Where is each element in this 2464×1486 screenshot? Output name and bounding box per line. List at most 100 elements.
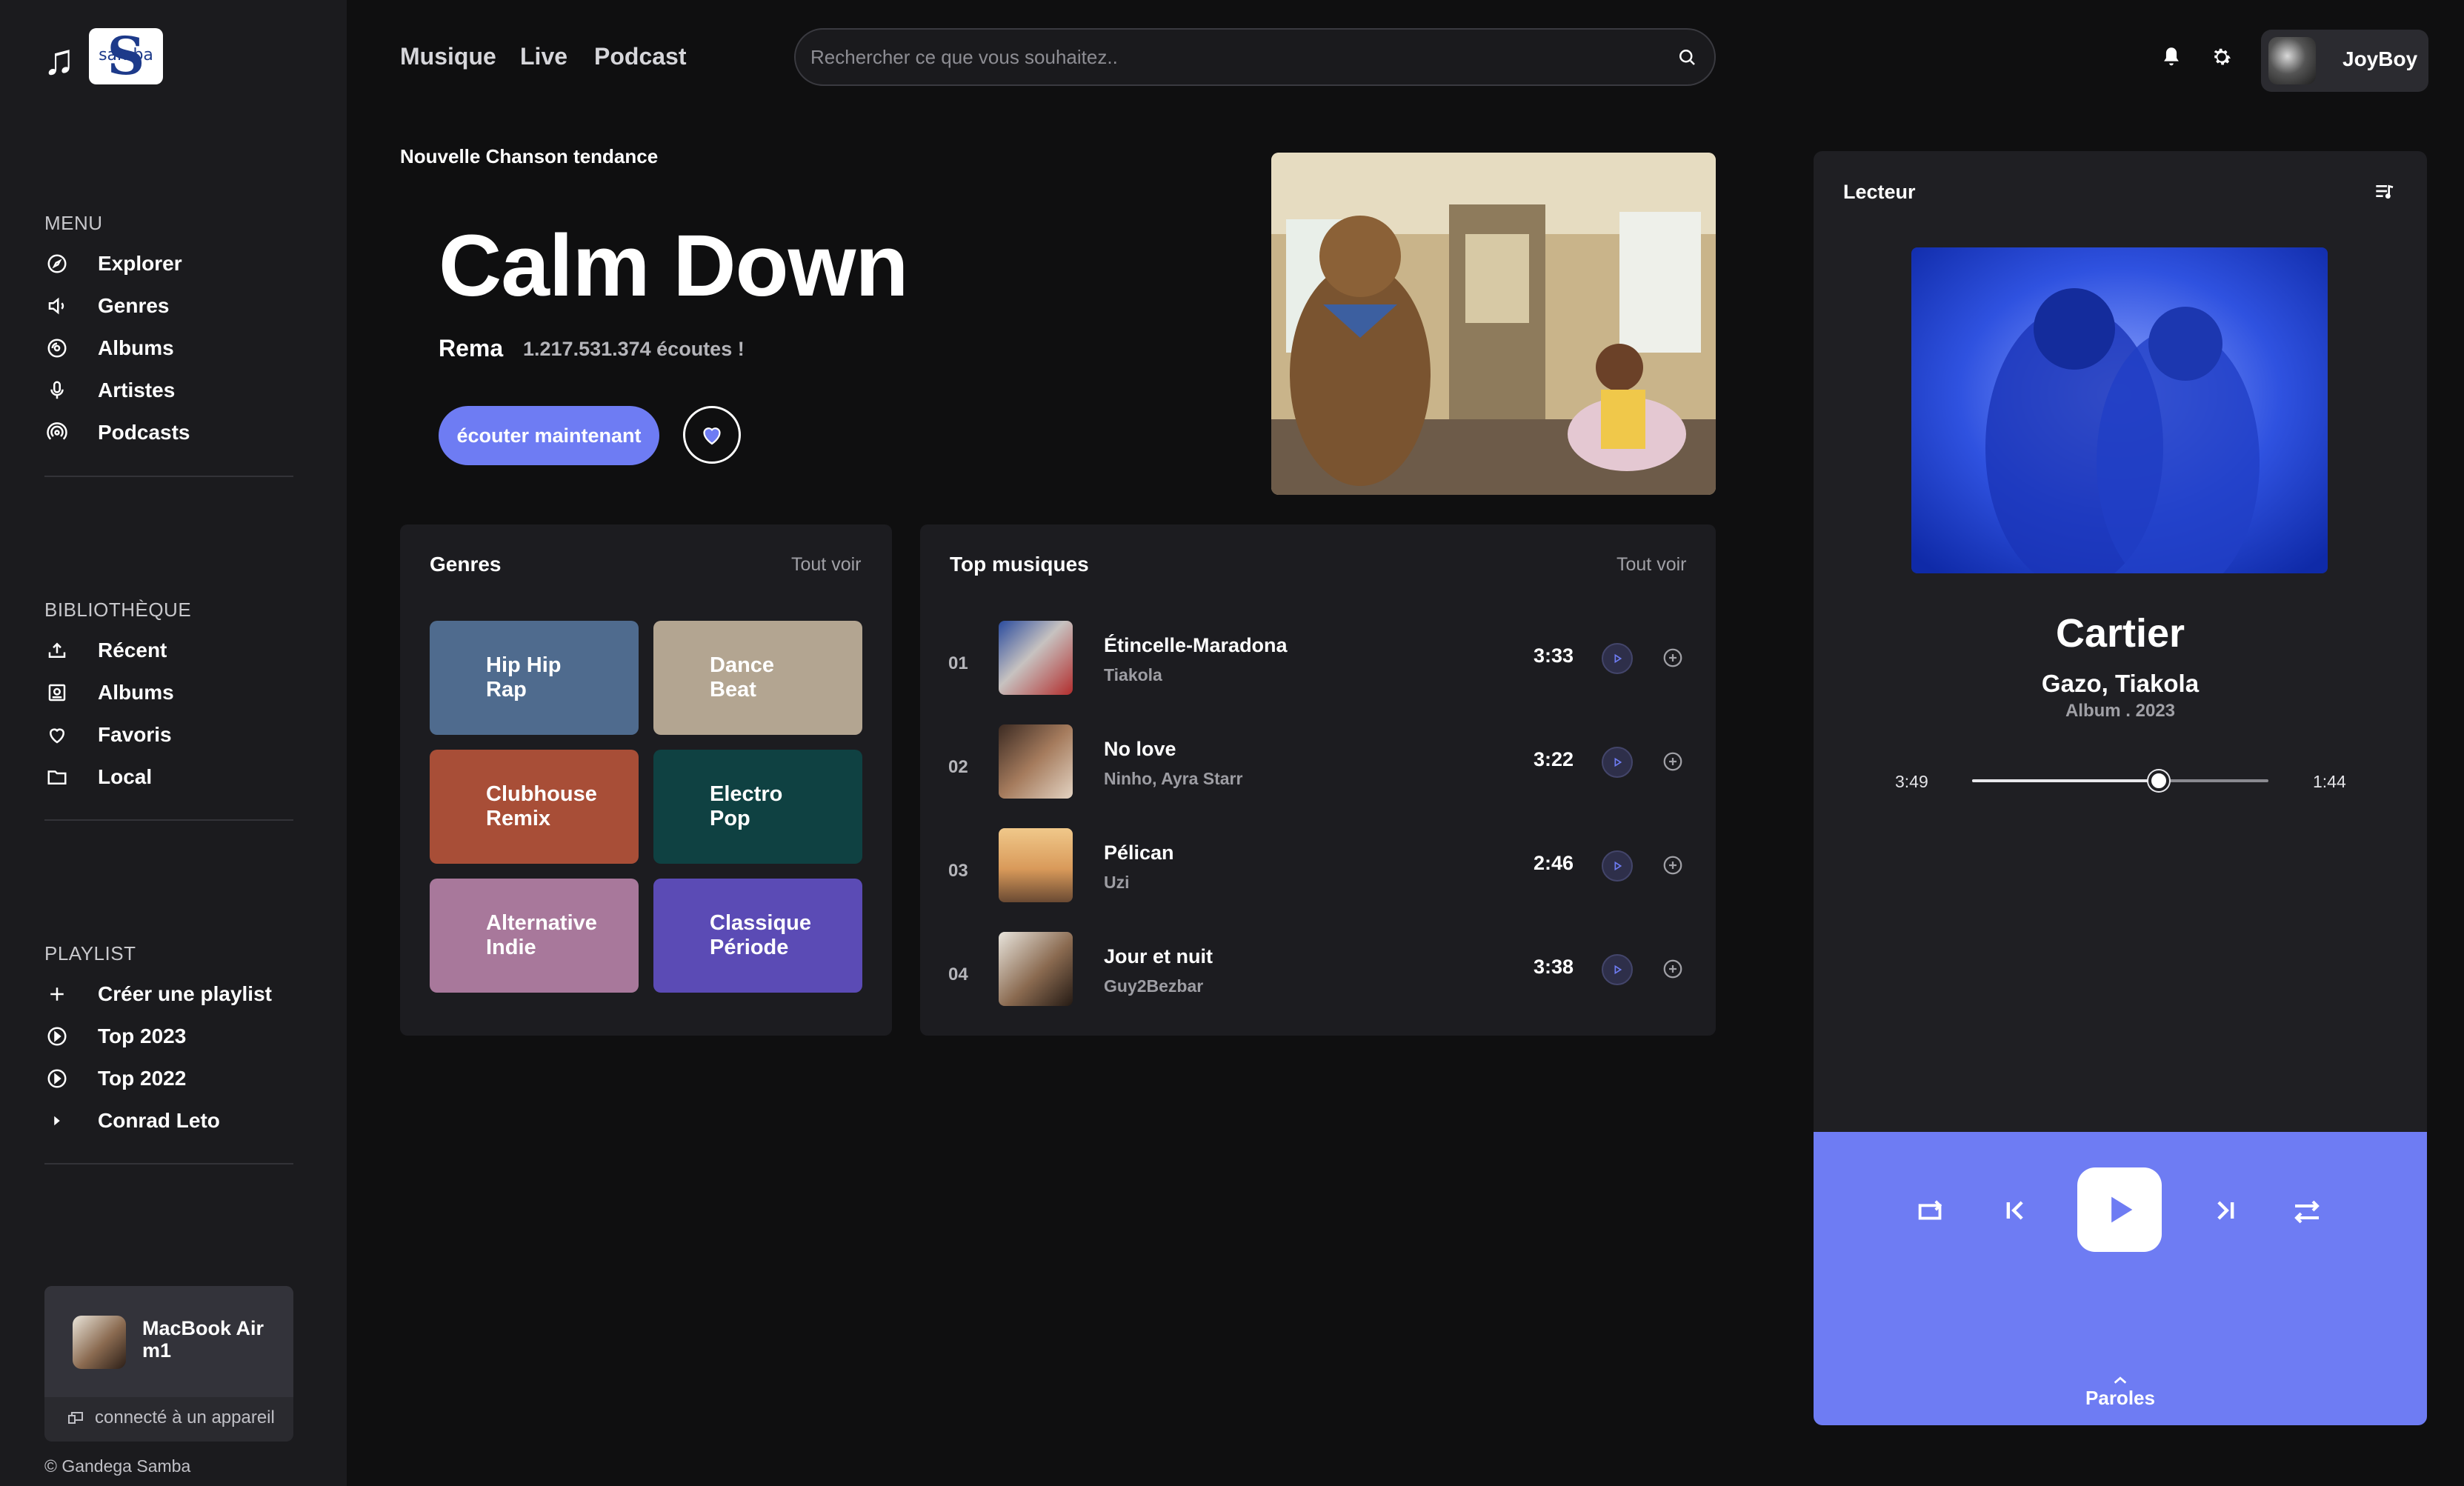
track-duration: 3:22 xyxy=(1534,748,1574,770)
hero-artist[interactable]: Rema xyxy=(439,335,503,362)
sidebar-item-library-albums[interactable]: Albums xyxy=(44,676,174,709)
sidebar-item-label: Top 2022 xyxy=(98,1067,187,1090)
track-duration: 3:38 xyxy=(1534,956,1574,978)
lyrics-toggle[interactable]: Paroles xyxy=(1814,1375,2427,1410)
sidebar-item-podcasts[interactable]: Podcasts xyxy=(44,416,190,449)
sidebar-item-label: Genres xyxy=(98,294,170,317)
heart-icon xyxy=(44,722,70,747)
sidebar-item-recent[interactable]: Récent xyxy=(44,634,167,667)
sidebar-item-top-2022[interactable]: Top 2022 xyxy=(44,1062,186,1095)
listen-now-button[interactable]: écouter maintenant xyxy=(439,406,659,465)
track-row[interactable]: 04 Jour et nuit Guy2Bezbar 3:38 xyxy=(920,932,1716,1013)
track-title: No love xyxy=(1104,738,1176,760)
sidebar: ♫ S samba MENU Explorer Genres Albums Ar… xyxy=(0,0,347,1486)
play-circle-icon xyxy=(44,1066,70,1091)
search-input[interactable] xyxy=(810,30,1670,84)
play-icon xyxy=(1611,860,1623,872)
sidebar-item-explorer[interactable]: Explorer xyxy=(44,247,182,280)
search-bar xyxy=(794,28,1716,86)
search-icon[interactable] xyxy=(1676,46,1698,72)
genre-tile-clubhouse[interactable]: Clubhouse Remix xyxy=(430,750,639,864)
progress-slider[interactable] xyxy=(1972,770,2268,791)
hero-kicker: Nouvelle Chanson tendance xyxy=(400,145,659,167)
genres-see-all-link[interactable]: Tout voir xyxy=(791,554,861,576)
queue-icon[interactable] xyxy=(2372,179,2396,207)
device-connect-icon xyxy=(67,1409,84,1427)
genres-card: Genres Tout voir Hip Hip Rap Dance Beat … xyxy=(400,524,892,1036)
sidebar-item-label: Conrad Leto xyxy=(98,1109,220,1132)
sidebar-item-label: Artistes xyxy=(98,379,176,402)
logo[interactable]: S samba xyxy=(89,28,163,84)
sidebar-item-top-2023[interactable]: Top 2023 xyxy=(44,1020,186,1053)
chevron-up-icon xyxy=(1814,1375,2427,1385)
track-play-button[interactable] xyxy=(1602,643,1633,674)
track-add-button[interactable] xyxy=(1658,643,1688,673)
hero-title: Calm Down xyxy=(439,217,908,315)
play-icon xyxy=(1611,964,1623,976)
play-button[interactable] xyxy=(2077,1167,2162,1252)
genre-tile-dance[interactable]: Dance Beat xyxy=(653,621,862,735)
track-play-button[interactable] xyxy=(1602,747,1633,778)
sidebar-item-albums[interactable]: Albums xyxy=(44,332,174,364)
nav-musique[interactable]: Musique xyxy=(400,43,496,70)
speaker-icon xyxy=(44,293,70,319)
previous-icon[interactable] xyxy=(1999,1194,2031,1230)
device-name: MacBook Air m1 xyxy=(142,1317,264,1362)
sidebar-item-label: Top 2023 xyxy=(98,1024,187,1047)
nav-live[interactable]: Live xyxy=(520,43,567,70)
track-play-button[interactable] xyxy=(1602,850,1633,882)
sidebar-item-create-playlist[interactable]: Créer une playlist xyxy=(44,978,272,1010)
sidebar-item-label: Albums xyxy=(98,336,174,359)
genre-tile-alternative[interactable]: Alternative Indie xyxy=(430,879,639,993)
player-controls: Paroles xyxy=(1814,1132,2427,1425)
hero-play-count: 1.217.531.374 écoutes ! xyxy=(523,338,745,360)
track-artist: Tiakola xyxy=(1104,665,1162,684)
bell-icon[interactable] xyxy=(2159,44,2184,73)
genre-tile-electro[interactable]: Electro Pop xyxy=(653,750,862,864)
track-row[interactable]: 02 No love Ninho, Ayra Starr 3:22 xyxy=(920,724,1716,806)
favorite-button[interactable] xyxy=(683,406,741,464)
gear-icon[interactable] xyxy=(2209,44,2234,73)
progress-fill xyxy=(1972,779,2159,782)
nav-podcast[interactable]: Podcast xyxy=(594,43,686,70)
elapsed-time: 3:49 xyxy=(1895,772,1928,791)
track-row[interactable]: 03 Pélican Uzi 2:46 xyxy=(920,828,1716,910)
sidebar-item-artistes[interactable]: Artistes xyxy=(44,374,175,407)
microphone-icon xyxy=(44,378,70,403)
repeat-icon[interactable] xyxy=(1914,1194,1948,1232)
user-menu[interactable]: JoyBoy xyxy=(2261,30,2428,92)
shuffle-icon[interactable] xyxy=(2289,1194,2325,1233)
player-title: Lecteur xyxy=(1843,181,1916,203)
device-card[interactable]: MacBook Air m1 connecté à un appareil xyxy=(44,1286,293,1442)
sidebar-item-local[interactable]: Local xyxy=(44,761,152,793)
sidebar-item-genres[interactable]: Genres xyxy=(44,290,170,322)
folder-icon xyxy=(44,764,70,790)
now-playing-title: Cartier xyxy=(2055,611,2185,656)
progress-handle[interactable] xyxy=(2148,770,2169,791)
caret-right-icon xyxy=(44,1108,70,1133)
album-icon xyxy=(44,680,70,705)
track-artist: Uzi xyxy=(1104,873,1130,892)
track-add-button[interactable] xyxy=(1658,954,1688,984)
next-icon[interactable] xyxy=(2209,1194,2242,1230)
now-playing-artist[interactable]: Gazo, Tiakola xyxy=(1814,670,2427,698)
sidebar-item-label: Albums xyxy=(98,681,174,704)
top-tracks-title: Top musiques xyxy=(950,553,1089,576)
divider xyxy=(44,819,293,821)
genre-tile-classique[interactable]: Classique Période xyxy=(653,879,862,993)
device-avatar xyxy=(73,1316,126,1369)
hero-artwork xyxy=(1271,153,1716,495)
track-add-button[interactable] xyxy=(1658,747,1688,776)
sidebar-item-favoris[interactable]: Favoris xyxy=(44,719,172,751)
track-play-button[interactable] xyxy=(1602,954,1633,985)
music-note-icon: ♫ xyxy=(43,36,76,84)
track-row[interactable]: 01 Étincelle-Maradona Tiakola 3:33 xyxy=(920,621,1716,702)
track-number: 04 xyxy=(948,964,968,984)
copyright: © Gandega Samba xyxy=(44,1456,191,1476)
sidebar-item-conrad-leto[interactable]: Conrad Leto xyxy=(44,1104,220,1137)
track-add-button[interactable] xyxy=(1658,850,1688,880)
menu-section-title: MENU xyxy=(44,212,103,234)
genre-tile-hip-hop[interactable]: Hip Hip Rap xyxy=(430,621,639,735)
track-artist: Ninho, Ayra Starr xyxy=(1104,769,1243,788)
top-tracks-see-all-link[interactable]: Tout voir xyxy=(1616,554,1686,576)
